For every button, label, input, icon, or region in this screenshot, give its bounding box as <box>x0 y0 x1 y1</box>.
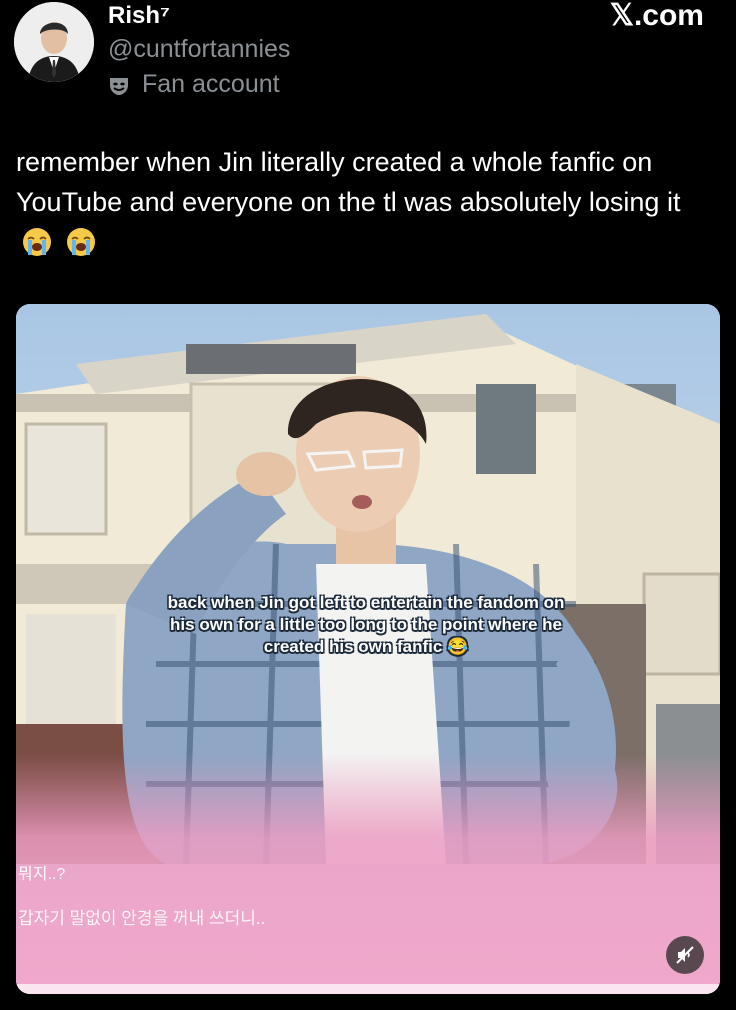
fan-account-label: Fan account <box>108 68 280 100</box>
korean-subtitle-line2: 갑자기 말없이 안경을 꺼내 쓰더니.. <box>18 909 266 928</box>
loudly-crying-face-icon <box>22 227 52 257</box>
tweet-text: remember when Jin literally created a wh… <box>16 142 716 262</box>
video-caption: back when Jin got left to entertain the … <box>167 593 565 656</box>
video-media[interactable]: back when Jin got left to entertain the … <box>16 304 720 994</box>
tweet-body: remember when Jin literally created a wh… <box>16 147 681 217</box>
avatar[interactable] <box>14 2 94 82</box>
loudly-crying-face-icon <box>66 227 96 257</box>
x-watermark: 𝕏.com <box>609 0 704 32</box>
speaker-muted-icon <box>676 946 694 964</box>
mute-button[interactable] <box>666 936 704 974</box>
fan-account-text: Fan account <box>142 70 280 98</box>
author-handle[interactable]: @cuntfortannies <box>108 34 290 64</box>
author-display-name[interactable]: Rish⁷ <box>108 0 170 32</box>
korean-subtitle-line1: 뭐지..? <box>18 866 66 883</box>
theater-mask-icon <box>108 73 130 95</box>
